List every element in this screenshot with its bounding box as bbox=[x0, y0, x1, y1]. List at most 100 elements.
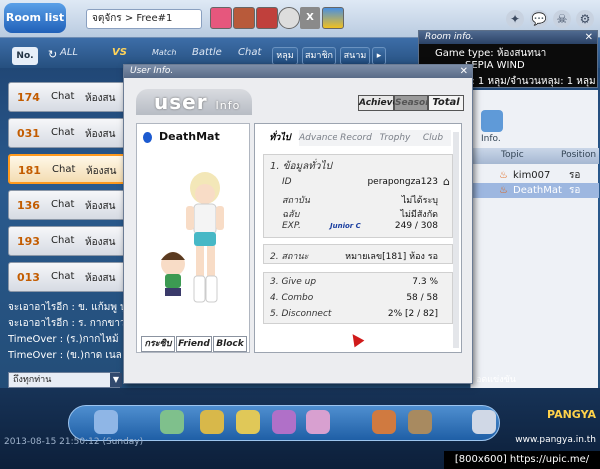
logo-user: user bbox=[154, 90, 208, 114]
room-number: 181 bbox=[18, 164, 41, 177]
shop-icon[interactable] bbox=[160, 410, 184, 434]
gear-icon[interactable]: ⚙ bbox=[576, 10, 594, 28]
player-avatar-3[interactable] bbox=[256, 7, 278, 29]
info-icon[interactable] bbox=[481, 110, 503, 132]
total-button[interactable]: Total bbox=[428, 95, 464, 111]
channel-selector[interactable]: จตุจักร > Free#1 bbox=[86, 9, 202, 29]
empty-slot-x[interactable]: X bbox=[300, 7, 320, 29]
room-number: 031 bbox=[17, 127, 40, 140]
room-info-title: Room info. bbox=[419, 31, 597, 44]
room-name: ห้องสน bbox=[85, 273, 116, 284]
sort-members-button[interactable]: สมาชิก bbox=[302, 47, 336, 65]
tab-match[interactable]: Match bbox=[152, 43, 176, 63]
section-general-title: 1. ข้อมูลทั่วไป bbox=[270, 161, 332, 172]
tab-advance[interactable]: Advance bbox=[299, 130, 338, 146]
sparkle-icon[interactable]: ✦ bbox=[506, 10, 524, 28]
status-label: 2. สถานะ bbox=[270, 252, 309, 262]
room-number: 174 bbox=[17, 91, 40, 104]
block-button[interactable]: Block bbox=[213, 336, 247, 352]
golf-ball-icon[interactable] bbox=[278, 7, 300, 29]
tab-vs[interactable]: VS bbox=[112, 43, 127, 63]
door-icon[interactable] bbox=[372, 410, 396, 434]
gift-icon[interactable] bbox=[306, 410, 330, 434]
medal-icon[interactable] bbox=[236, 410, 260, 434]
home-icon[interactable]: ⌂ bbox=[443, 175, 450, 188]
player-avatar-2[interactable] bbox=[233, 7, 255, 29]
next-page-button[interactable]: ▸ bbox=[372, 47, 386, 65]
refresh-icon[interactable]: ↻ bbox=[48, 48, 57, 61]
room-type: Chat bbox=[51, 199, 75, 210]
id-value: perapongza123 bbox=[367, 177, 438, 187]
general-info-box: 1. ข้อมูลทั่วไป ID perapongza123 ⌂ สถาบั… bbox=[263, 154, 453, 238]
brand-name: PANGYA bbox=[547, 408, 596, 421]
achieve-button[interactable]: Achieve. bbox=[358, 95, 402, 111]
player-status: รอ bbox=[569, 170, 581, 181]
club-value: ไม่มีสังกัด bbox=[400, 210, 438, 220]
timestamp: 2013-08-15 21:50:12 (Sunday) bbox=[4, 437, 144, 447]
rank-badge: Junior C bbox=[330, 222, 361, 230]
info-label: Info. bbox=[481, 134, 501, 144]
tab-chat[interactable]: Chat bbox=[238, 43, 261, 63]
close-icon[interactable]: ✕ bbox=[585, 31, 593, 44]
scenery-avatar[interactable] bbox=[322, 7, 344, 29]
tab-battle[interactable]: Battle bbox=[192, 43, 222, 63]
skull-icon[interactable]: ☠ bbox=[553, 10, 571, 28]
player-list-header: Topic Position bbox=[471, 148, 599, 164]
exp-label: EXP. bbox=[282, 221, 301, 231]
whisper-button[interactable]: กระซิบ bbox=[141, 336, 175, 352]
room-row[interactable]: 136 Chat ห้องสน bbox=[8, 190, 126, 220]
sort-holes-button[interactable]: หลุม bbox=[272, 47, 298, 65]
room-name: ห้องสน bbox=[85, 201, 116, 212]
player-name: DeathMat bbox=[513, 185, 562, 196]
room-row-selected[interactable]: 181 Chat ห้องสน bbox=[8, 154, 126, 184]
room-number: 013 bbox=[17, 271, 40, 284]
house-icon[interactable] bbox=[272, 410, 296, 434]
course-name: SEPIA WIND bbox=[465, 60, 525, 71]
sort-by-number-button[interactable]: No. bbox=[12, 47, 38, 65]
screenshot-watermark: [800x600] https://upic.me/ bbox=[444, 451, 600, 469]
institute-label: สถาบัน bbox=[282, 196, 310, 206]
room-row[interactable]: 174 Chat ห้องสน bbox=[8, 82, 126, 112]
chat-target-select[interactable]: ถึงทุกท่าน bbox=[8, 372, 120, 388]
room-type: Chat bbox=[52, 164, 76, 175]
room-row[interactable]: 013 Chat ห้องสน bbox=[8, 262, 126, 292]
box-icon[interactable] bbox=[408, 410, 432, 434]
player-row[interactable]: ♨ kim007 รอ bbox=[471, 168, 599, 183]
competition-label: อดแข่งขัน bbox=[476, 375, 516, 385]
room-row[interactable]: 193 Chat ห้องสน bbox=[8, 226, 126, 256]
player-avatar-1[interactable] bbox=[210, 7, 232, 29]
player-name: kim007 bbox=[513, 170, 551, 181]
combo-label: 4. Combo bbox=[270, 293, 314, 303]
game-type: Game type: ห้องสนทนา bbox=[435, 48, 547, 59]
dialog-title: User Info. bbox=[124, 65, 472, 78]
friend-button[interactable]: Friend bbox=[176, 336, 212, 352]
room-name: ห้องสน bbox=[85, 129, 116, 140]
sort-course-button[interactable]: สนาม bbox=[340, 47, 370, 65]
combo-value: 58 / 58 bbox=[406, 293, 438, 303]
room-list-logo: Room list bbox=[4, 3, 66, 33]
room-name: ห้องสน bbox=[85, 93, 116, 104]
chat-bubble-icon[interactable]: 💬 bbox=[530, 10, 548, 28]
tab-all[interactable]: ALL bbox=[60, 43, 78, 63]
tab-trophy[interactable]: Trophy bbox=[375, 130, 415, 146]
room-type: Chat bbox=[51, 127, 75, 138]
room-row[interactable]: 031 Chat ห้องสน bbox=[8, 118, 126, 148]
tab-record[interactable]: Record bbox=[337, 130, 375, 146]
close-icon[interactable]: ✕ bbox=[460, 65, 468, 78]
speaker-icon[interactable] bbox=[94, 410, 118, 434]
chevron-down-icon[interactable]: ▼ bbox=[110, 373, 122, 387]
chat-log: จะเอาอาไรอีก : ข. แก้มพู บู แ จะเอาอาไรอ… bbox=[8, 300, 126, 364]
tab-general[interactable]: ทั่วไป bbox=[261, 130, 299, 146]
exp-value: 249 / 308 bbox=[394, 221, 438, 231]
character-figure bbox=[161, 172, 224, 303]
performance-box: 3. Give up 7.3 % 4. Combo 58 / 58 5. Dis… bbox=[263, 272, 453, 324]
tab-club[interactable]: Club bbox=[415, 130, 451, 146]
character-panel: DeathMat กระซิบ Friend Block bbox=[136, 123, 250, 353]
stats-scrollbar[interactable] bbox=[453, 132, 459, 348]
logo-info: Info bbox=[215, 99, 241, 112]
room-type: Chat bbox=[51, 91, 75, 102]
trophy-icon[interactable] bbox=[200, 410, 224, 434]
season-button[interactable]: Season bbox=[394, 95, 432, 111]
player-row-selected[interactable]: ♨ DeathMat รอ bbox=[471, 183, 599, 198]
exit-icon[interactable] bbox=[472, 410, 496, 434]
